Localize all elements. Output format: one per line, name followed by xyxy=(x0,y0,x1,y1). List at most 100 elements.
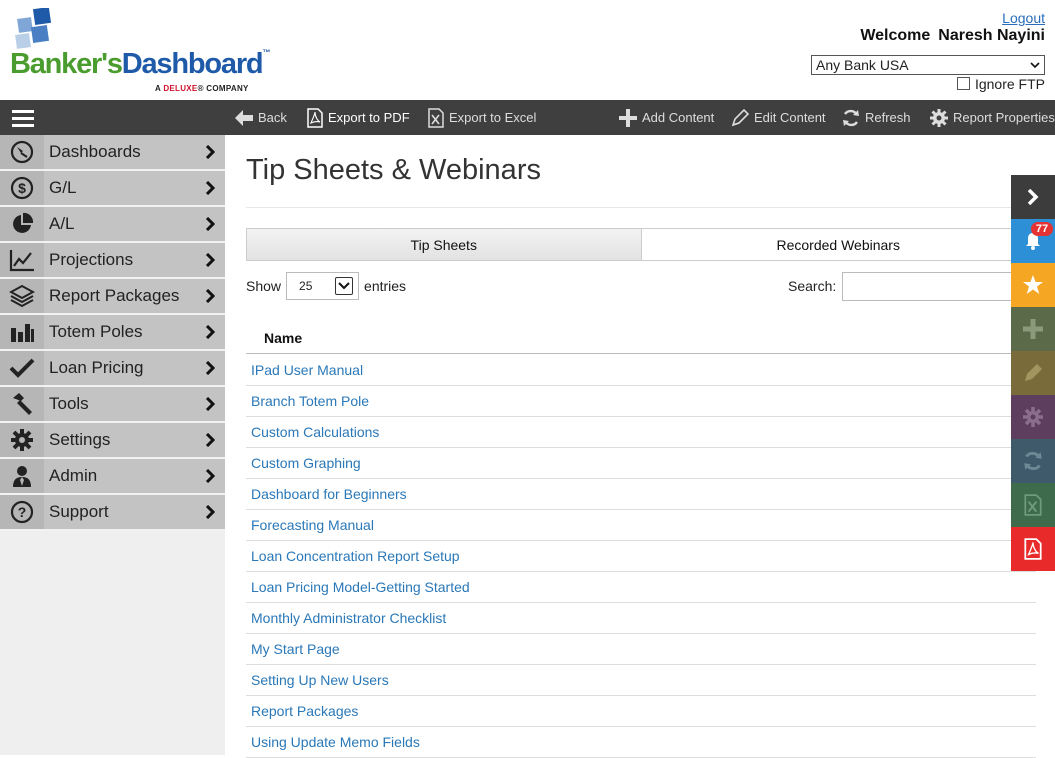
bank-select[interactable]: Any Bank USA xyxy=(811,55,1045,75)
gear-icon xyxy=(930,108,948,127)
help-icon: ? xyxy=(10,500,34,524)
chevron-right-icon xyxy=(205,217,215,231)
tip-sheet-link[interactable]: Report Packages xyxy=(251,703,358,719)
sidebar-item-admin[interactable]: Admin xyxy=(0,459,225,495)
chevron-right-icon xyxy=(205,181,215,195)
pdf-icon xyxy=(307,107,323,128)
sidebar-item-dashboards[interactable]: Dashboards xyxy=(0,135,225,171)
table-row: Custom Calculations xyxy=(246,417,1036,448)
pdf-icon xyxy=(1024,538,1042,560)
ignore-ftp-toggle[interactable]: Ignore FTP xyxy=(956,76,1045,92)
welcome-message: Welcome Naresh Nayini xyxy=(860,27,1045,44)
edit-content-button[interactable]: Edit Content xyxy=(730,100,826,135)
tip-sheet-link[interactable]: Custom Calculations xyxy=(251,424,379,440)
tip-sheet-link[interactable]: My Start Page xyxy=(251,641,340,657)
edit-content-quick-button[interactable] xyxy=(1011,351,1055,395)
sidebar-item-totem-poles[interactable]: Totem Poles xyxy=(0,315,225,351)
pie-icon xyxy=(13,212,34,233)
bar-chart-icon xyxy=(11,324,34,342)
tip-sheet-link[interactable]: Forecasting Manual xyxy=(251,517,374,533)
tip-sheet-link[interactable]: Branch Totem Pole xyxy=(251,393,369,409)
layers-icon xyxy=(9,284,35,308)
export-pdf-button[interactable]: Export to PDF xyxy=(306,100,410,135)
check-icon xyxy=(9,358,35,378)
report-properties-button[interactable]: Report Properties xyxy=(929,100,1055,135)
table-row: Forecasting Manual xyxy=(246,510,1036,541)
chevron-down-icon xyxy=(338,282,350,290)
export-excel-button[interactable]: Export to Excel xyxy=(427,100,536,135)
table-row: Report Packages xyxy=(246,696,1036,727)
table-row: Monthly Administrator Checklist xyxy=(246,603,1036,634)
tip-sheet-link[interactable]: Loan Pricing Model-Getting Started xyxy=(251,579,470,595)
search-input[interactable] xyxy=(842,272,1036,301)
tip-sheet-link[interactable]: Monthly Administrator Checklist xyxy=(251,610,446,626)
notification-badge: 77 xyxy=(1031,222,1053,236)
search-label: Search: xyxy=(788,278,837,294)
refresh-quick-button[interactable] xyxy=(1011,439,1055,483)
chevron-right-icon xyxy=(205,145,215,159)
sidebar-item-report-packages[interactable]: Report Packages xyxy=(0,279,225,315)
chevron-right-icon xyxy=(205,469,215,483)
tip-sheet-link[interactable]: Loan Concentration Report Setup xyxy=(251,548,460,564)
entries-length-control: Show 25 entries xyxy=(246,271,406,301)
entries-select[interactable]: 25 xyxy=(286,272,360,300)
quick-actions-panel: 77 xyxy=(1011,175,1055,571)
expand-panel-button[interactable] xyxy=(1011,175,1055,219)
notifications-button[interactable]: 77 xyxy=(1011,219,1055,263)
chevron-right-icon xyxy=(205,289,215,303)
ignore-ftp-checkbox[interactable] xyxy=(956,76,970,90)
bankers-dashboard-logo[interactable]: Banker'sDashboard™ A DELUXE® COMPANY xyxy=(10,8,270,93)
pencil-icon xyxy=(1025,364,1042,381)
logout-link[interactable]: Logout xyxy=(1002,10,1045,26)
settings-quick-button[interactable] xyxy=(1011,395,1055,439)
refresh-button[interactable]: Refresh xyxy=(841,100,911,135)
chevron-right-icon xyxy=(205,505,215,519)
toolbar: Back Export to PDF Export to Excel Add C… xyxy=(0,100,1055,135)
tab-recorded-webinars[interactable]: Recorded Webinars xyxy=(642,229,1036,260)
table-row: IPad User Manual xyxy=(246,355,1036,386)
header: Banker'sDashboard™ A DELUXE® COMPANY Log… xyxy=(0,0,1055,100)
hammer-icon xyxy=(13,393,32,415)
star-icon xyxy=(1023,275,1043,294)
sidebar-item-loan-pricing[interactable]: Loan Pricing xyxy=(0,351,225,387)
table-row: My Start Page xyxy=(246,634,1036,665)
hamburger-menu-icon[interactable] xyxy=(12,110,34,127)
sidebar-item-al[interactable]: A/L xyxy=(0,207,225,243)
tab-tip-sheets[interactable]: Tip Sheets xyxy=(247,229,642,260)
export-excel-quick-button[interactable] xyxy=(1011,483,1055,527)
sidebar-item-support[interactable]: ? Support xyxy=(0,495,225,531)
svg-text:?: ? xyxy=(18,504,27,520)
tab-bar: Tip Sheets Recorded Webinars xyxy=(246,228,1036,261)
sidebar-item-settings[interactable]: Settings xyxy=(0,423,225,459)
add-content-button[interactable]: Add Content xyxy=(618,100,714,135)
sidebar-item-gl[interactable]: $ G/L xyxy=(0,171,225,207)
excel-icon xyxy=(1024,494,1042,516)
table-row: Using Update Memo Fields xyxy=(246,727,1036,758)
divider xyxy=(246,207,1036,208)
user-name: Naresh Nayini xyxy=(938,27,1045,44)
add-content-quick-button[interactable] xyxy=(1011,307,1055,351)
logo-tagline: A DELUXE® COMPANY xyxy=(155,84,249,93)
column-header-name[interactable]: Name xyxy=(264,330,302,346)
refresh-icon xyxy=(843,109,859,126)
export-pdf-quick-button[interactable] xyxy=(1011,527,1055,571)
tip-sheet-link[interactable]: IPad User Manual xyxy=(251,362,363,378)
plus-icon xyxy=(1023,319,1043,339)
chevron-down-icon xyxy=(1030,62,1040,69)
sidebar-item-projections[interactable]: Projections xyxy=(0,243,225,279)
tip-sheets-table: IPad User Manual Branch Totem Pole Custo… xyxy=(246,355,1036,758)
chevron-right-icon xyxy=(205,325,215,339)
table-row: Custom Graphing xyxy=(246,448,1036,479)
table-header[interactable]: Name xyxy=(246,321,1036,354)
tip-sheet-link[interactable]: Setting Up New Users xyxy=(251,672,389,688)
table-row: Branch Totem Pole xyxy=(246,386,1036,417)
table-row: Dashboard for Beginners xyxy=(246,479,1036,510)
pencil-icon xyxy=(731,108,750,126)
back-button[interactable]: Back xyxy=(234,100,287,135)
tip-sheet-link[interactable]: Using Update Memo Fields xyxy=(251,734,420,750)
favorites-button[interactable] xyxy=(1011,263,1055,307)
sidebar-item-tools[interactable]: Tools xyxy=(0,387,225,423)
chevron-right-icon xyxy=(205,253,215,267)
tip-sheet-link[interactable]: Dashboard for Beginners xyxy=(251,486,407,502)
tip-sheet-link[interactable]: Custom Graphing xyxy=(251,455,361,471)
